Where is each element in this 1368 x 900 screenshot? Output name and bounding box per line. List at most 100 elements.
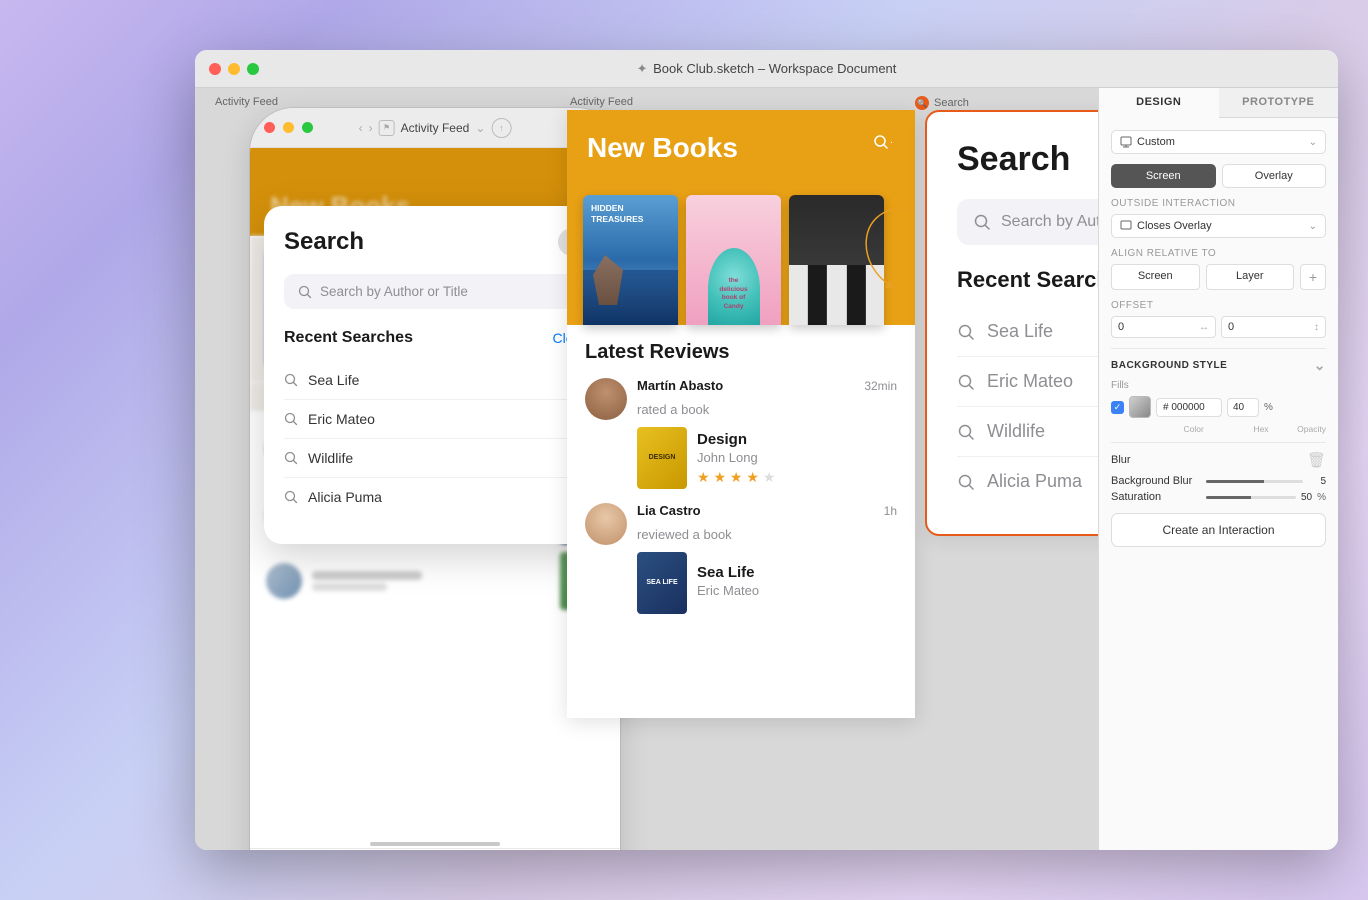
spb-result-2[interactable]: Eric Mateo: [957, 357, 1098, 407]
search-modal-overlay: Search ✕ Search by Author or Title: [264, 206, 606, 544]
bg-blur-slider[interactable]: [1206, 480, 1303, 483]
result-text-1: Sea Life: [308, 372, 359, 388]
nav-forward-icon[interactable]: ›: [369, 121, 373, 135]
traffic-light-green[interactable]: [247, 63, 259, 75]
spb-recent-title: Recent Searches: [957, 267, 1098, 293]
align-layer-btn[interactable]: Layer: [1206, 264, 1295, 290]
book-2-title: thedeliciousbook ofCandy: [686, 277, 781, 311]
review-1-header: Martín Abasto 32min: [637, 378, 897, 393]
fill-percent: %: [1264, 402, 1273, 413]
offset-y-input[interactable]: 0 ↕: [1221, 316, 1326, 338]
fills-label: Fills: [1111, 380, 1326, 391]
latest-reviews-section: Latest Reviews Martín Abasto 32min: [567, 325, 915, 630]
key-2: [808, 265, 827, 325]
latest-reviews-title: Latest Reviews: [585, 341, 897, 364]
main-header-title: New Books: [587, 132, 895, 164]
review-2-action: reviewed a book: [637, 527, 732, 542]
tab-prototype[interactable]: PROTOTYPE: [1219, 88, 1339, 117]
search-result-item-3[interactable]: Wildlife: [284, 439, 586, 478]
divider-1: [1111, 348, 1326, 349]
nav-back-icon[interactable]: ‹: [359, 121, 363, 135]
fill-opacity-input[interactable]: 40: [1227, 398, 1259, 417]
spb-search-input-box[interactable]: Search by Author o: [957, 199, 1098, 245]
review-1-action: rated a book: [637, 402, 709, 417]
outer-review-info-3: [312, 571, 550, 591]
screen-button[interactable]: Screen: [1111, 164, 1216, 188]
search-panel-indicator: 🔍: [915, 96, 929, 110]
traffic-light-yellow[interactable]: [228, 63, 240, 75]
fill-checkbox[interactable]: [1111, 401, 1124, 414]
dropdown-icon[interactable]: ⌄: [475, 121, 485, 135]
result-text-4: Alicia Puma: [308, 489, 382, 505]
sketch-title: ✦ Book Club.sketch – Workspace Document: [637, 61, 897, 77]
offset-label: Offset: [1111, 300, 1326, 311]
align-screen-btn[interactable]: Screen: [1111, 264, 1200, 290]
spb-result-3[interactable]: Wildlife: [957, 407, 1098, 457]
key-5: [866, 265, 884, 325]
tab-design[interactable]: DESIGN: [1099, 88, 1219, 118]
spb-result-1[interactable]: Sea Life: [957, 307, 1098, 357]
traffic-light-red[interactable]: [209, 63, 221, 75]
review-2-time: 1h: [884, 504, 897, 518]
search-panel-label-area: 🔍 Search: [915, 96, 969, 110]
outer-green[interactable]: [302, 122, 313, 133]
avatar-1-face: [585, 378, 627, 420]
outer-yellow[interactable]: [283, 122, 294, 133]
search-modal-header: Search ✕: [284, 228, 586, 256]
spb-search-icon: [973, 213, 991, 231]
book-1-hidden-treasures: HIDDENTREASURES: [583, 195, 678, 325]
reviewer-2-avatar: [585, 503, 627, 545]
custom-dropdown[interactable]: Custom ⌄: [1111, 130, 1326, 154]
review-1-time: 32min: [864, 379, 897, 393]
reviewer-1-avatar: [585, 378, 627, 420]
review-1-book-author: John Long: [697, 450, 775, 465]
closes-overlay-chevron: ⌄: [1309, 221, 1317, 232]
spb-result-icon-1: [957, 323, 975, 341]
search-icon-sm: [298, 285, 312, 299]
result-search-icon-2: [284, 412, 298, 426]
outer-text-line-6: [312, 583, 387, 591]
search-result-item-1[interactable]: Sea Life: [284, 361, 586, 400]
closes-overlay-select[interactable]: Closes Overlay ⌄: [1111, 214, 1326, 238]
search-result-item-2[interactable]: Eric Mateo: [284, 400, 586, 439]
overlay-button[interactable]: Overlay: [1222, 164, 1327, 188]
main-books-row: HIDDENTREASURES thedeliciousbook ofCandy: [567, 195, 915, 325]
canvas-area[interactable]: Activity Feed Activity Feed 🔍 Search: [195, 88, 1098, 850]
review-2-book-card: SEA LIFE Sea Life Eric Mateo: [637, 552, 897, 614]
fill-color-swatch[interactable]: [1129, 396, 1151, 418]
align-plus-btn[interactable]: +: [1300, 264, 1326, 290]
offset-row: Offset 0 ↔ 0 ↕: [1111, 300, 1326, 338]
monitor-icon: [1120, 136, 1132, 148]
outer-phone-window: ‹ › ⚑ Activity Feed ⌄ ↑ New Books: [250, 108, 620, 850]
review-item-1: Martín Abasto 32min rated a book DESIGN: [585, 378, 897, 489]
bg-style-chevron[interactable]: ⌄: [1314, 357, 1326, 374]
search-dot-indicator: ·: [890, 137, 893, 148]
fill-col-spacer-1: [1111, 424, 1132, 434]
recent-searches-header: Recent Searches Clear: [284, 329, 586, 347]
closes-overlay-label: Closes Overlay: [1120, 220, 1212, 232]
spb-result-text-1: Sea Life: [987, 321, 1053, 342]
saturation-row: Saturation 50 %: [1111, 491, 1326, 503]
book-3-keys: [789, 265, 884, 325]
main-header-search-button[interactable]: ·: [869, 128, 897, 156]
canvas-content: Activity Feed Activity Feed 🔍 Search: [195, 88, 1098, 850]
saturation-percent: %: [1317, 492, 1326, 503]
outer-red[interactable]: [264, 122, 275, 133]
bg-blur-row: Background Blur 5: [1111, 475, 1326, 487]
book-1-title: HIDDENTREASURES: [591, 203, 670, 225]
fill-hex-input[interactable]: # 000000: [1156, 398, 1222, 417]
search-modal-input-box[interactable]: Search by Author or Title: [284, 274, 586, 309]
screen-overlay-buttons: Screen Overlay: [1111, 164, 1326, 188]
search-result-item-4[interactable]: Alicia Puma: [284, 478, 586, 516]
blur-delete-icon[interactable]: 🗑: [1307, 451, 1326, 469]
main-app-header: New Books · HIDDENTREAS: [567, 110, 915, 325]
share-icon[interactable]: ↑: [491, 118, 511, 138]
custom-dropdown-row: Custom ⌄: [1111, 130, 1326, 154]
fill-col-labels: Color Hex Opacity: [1111, 424, 1326, 434]
spb-result-4[interactable]: Alicia Puma: [957, 457, 1098, 506]
saturation-slider[interactable]: [1206, 496, 1296, 499]
fill-opacity-col-label: Opacity: [1297, 424, 1326, 434]
offset-x-input[interactable]: 0 ↔: [1111, 316, 1216, 338]
create-interaction-button[interactable]: Create an Interaction: [1111, 513, 1326, 547]
outer-avatar-3: [266, 563, 302, 599]
